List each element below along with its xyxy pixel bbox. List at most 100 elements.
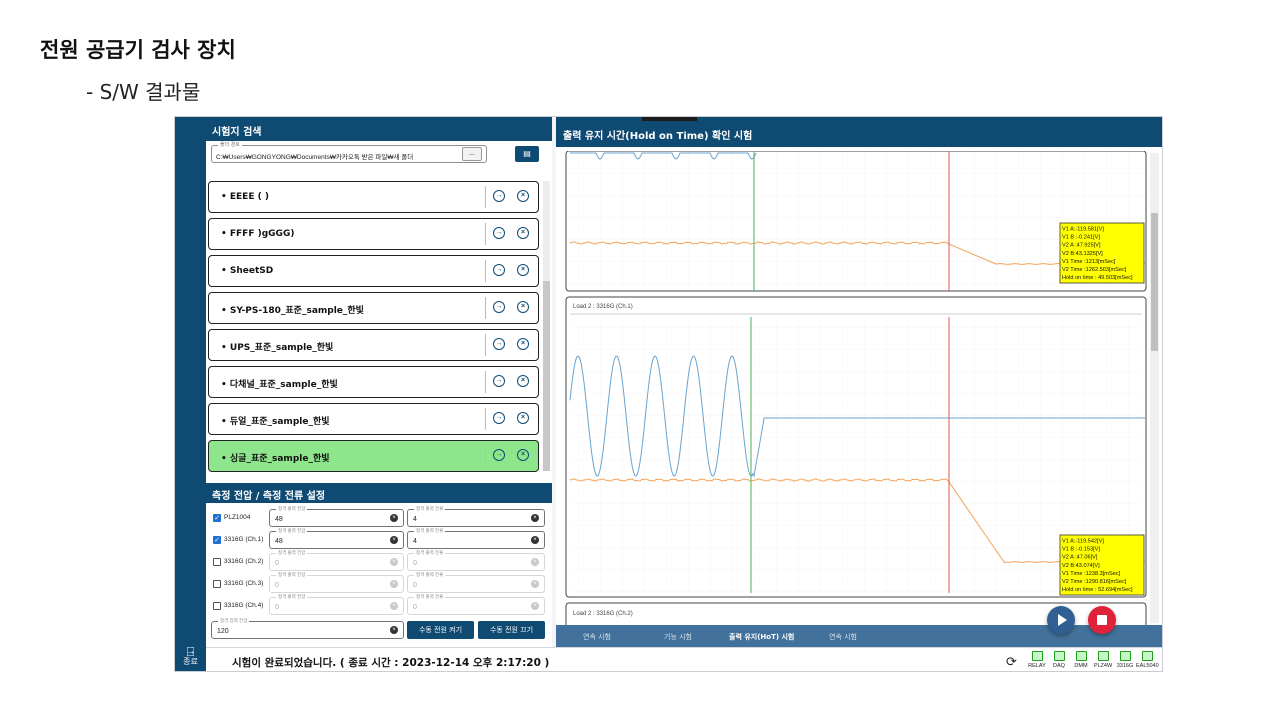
device-label: RELAY [1028,663,1046,669]
voltage-field[interactable]: 정격 출력 전압 48 × [269,528,404,549]
device-label: 3316G (Ch.1) [224,536,264,543]
list-scroll-thumb[interactable] [543,281,550,471]
voltage-field[interactable]: 정격 출력 전압 0 × [269,550,404,571]
delete-icon[interactable]: × [517,301,529,313]
tab-item[interactable]: 연속 시험 [583,632,611,642]
chart-scrollbar[interactable] [1150,153,1159,623]
voltage-field[interactable]: 정격 출력 전압 0 × [269,594,404,615]
plot2-readout: V1 A:-119.542[V] V1 B :-0.153[V] V2 A :47.… [1059,534,1145,596]
voltage-field[interactable]: 정격 출력 전압 48 × [269,506,404,527]
measure-row: 3316G (Ch.4) 정격 출력 전압 0 × 정격 출력 전류 0 × [206,594,552,617]
measure-row: ✓ PLZ1004 정격 출력 전압 48 × 정격 출력 전류 4 × [206,506,552,529]
list-item-divider [485,186,486,208]
readout-line: Hold on time : 52.694[mSec] [1062,587,1133,593]
device-checkbox[interactable] [213,602,221,610]
voltage-field[interactable]: 정격 출력 전압 0 × [269,572,404,593]
list-item[interactable]: • SY-PS-180_표준_sample_한빛 → × [208,292,539,324]
stop-test-button[interactable] [1088,606,1116,634]
chart-scroll-thumb[interactable] [1151,213,1158,351]
delete-icon[interactable]: × [517,338,529,350]
file-open-icon[interactable]: ▤ [515,146,539,162]
clear-icon[interactable]: × [531,602,539,610]
device-checkbox[interactable]: ✓ [213,514,221,522]
list-scrollbar[interactable] [543,181,550,471]
delete-icon[interactable]: × [517,412,529,424]
list-item[interactable]: • FFFF )gGGG) → × [208,218,539,250]
list-item-label: • EEEE ( ) [221,192,269,202]
exit-icon: ⍈ [186,644,195,659]
device-checkbox[interactable] [213,558,221,566]
current-field[interactable]: 정격 출력 전류 0 × [407,572,545,593]
open-arrow-icon[interactable]: → [493,227,505,239]
current-field[interactable]: 정격 출력 전류 4 × [407,506,545,527]
clear-icon[interactable]: × [531,580,539,588]
clear-icon[interactable]: × [390,536,398,544]
list-item[interactable]: • EEEE ( ) → × [208,181,539,213]
folder-path-field[interactable]: 폴더 경로 C:₩Users₩GONGYONG₩Documents₩카카오톡 받… [211,141,487,163]
list-item-label: • UPS_표준_sample_한빛 [221,343,334,353]
clear-icon[interactable]: × [531,514,539,522]
clear-icon[interactable]: × [531,536,539,544]
browse-button[interactable]: ... [462,147,482,161]
hot-test-header: 출력 유지 시간(Hold on Time) 확인 시험 [556,117,1162,147]
delete-icon[interactable]: × [517,227,529,239]
device-label: 3316G [1116,663,1134,669]
clear-icon[interactable]: × [390,626,398,634]
clear-icon[interactable]: × [390,558,398,566]
delete-icon[interactable]: × [517,449,529,461]
voltage-field-label: 정격 출력 전압 [276,528,308,534]
open-arrow-icon[interactable]: → [493,190,505,202]
delete-icon[interactable]: × [517,264,529,276]
clear-icon[interactable]: × [390,580,398,588]
tab-item[interactable]: 연속 시험 [829,632,857,642]
power-on-button[interactable]: 수동 전원 켜기 [407,621,474,639]
device-label: 3316G (Ch.3) [224,580,264,587]
open-arrow-icon[interactable]: → [493,264,505,276]
list-item[interactable]: • 듀얼_표준_sample_한빛 → × [208,403,539,435]
exit-button[interactable]: ⍈ 종료 [179,644,202,667]
voltage-field-label: 정격 출력 전압 [276,506,308,512]
list-item[interactable]: • 다채널_표준_sample_한빛 → × [208,366,539,398]
device-checkbox[interactable] [213,580,221,588]
open-arrow-icon[interactable]: → [493,449,505,461]
voltage-field-value: 0 [275,560,279,567]
power-off-button[interactable]: 수동 전원 끄기 [478,621,545,639]
device-indicator: PLZ4W [1092,651,1114,669]
device-checkbox[interactable]: ✓ [213,536,221,544]
current-field-value: 4 [413,538,417,545]
left-panel: 시험지 검색 폴더 경로 C:₩Users₩GONGYONG₩Documents… [206,117,552,671]
voltage-field-value: 48 [275,516,283,523]
readout-line: V2 B:43.1325[V] [1062,251,1103,257]
measure-row: 3316G (Ch.2) 정격 출력 전압 0 × 정격 출력 전류 0 × [206,550,552,573]
list-item[interactable]: • 싱글_표준_sample_한빛 → × [208,440,539,472]
clear-icon[interactable]: × [390,514,398,522]
tab-item[interactable]: 기능 시험 [664,632,692,642]
measure-header: 측정 전압 / 측정 전류 설정 [206,483,552,503]
start-test-button[interactable] [1047,606,1075,634]
current-field[interactable]: 정격 출력 전류 0 × [407,594,545,615]
delete-icon[interactable]: × [517,190,529,202]
open-arrow-icon[interactable]: → [493,412,505,424]
clear-icon[interactable]: × [531,558,539,566]
clear-icon[interactable]: × [390,602,398,610]
current-field-value: 0 [413,560,417,567]
input-voltage-field[interactable]: 정격 입력 전압 120 × [211,618,404,639]
tab-item[interactable]: 출력 유지(HoT) 시험 [729,632,794,642]
refresh-icon[interactable]: ⟳ [1006,654,1017,670]
open-arrow-icon[interactable]: → [493,338,505,350]
list-item-divider [485,260,486,282]
list-item-label: • 다채널_표준_sample_한빛 [221,380,338,390]
delete-icon[interactable]: × [517,375,529,387]
current-field[interactable]: 정격 출력 전류 4 × [407,528,545,549]
drag-handle[interactable] [642,117,697,121]
voltage-field-label: 정격 출력 전압 [276,594,308,600]
current-field[interactable]: 정격 출력 전류 0 × [407,550,545,571]
list-item-divider [485,297,486,319]
slide-subtitle: - S/W 결과물 [86,80,201,104]
list-item[interactable]: • UPS_표준_sample_한빛 → × [208,329,539,361]
list-item[interactable]: • SheetSD → × [208,255,539,287]
open-arrow-icon[interactable]: → [493,375,505,387]
open-arrow-icon[interactable]: → [493,301,505,313]
input-voltage-value: 120 [217,628,229,635]
readout-line: V1 B :-0.241[V] [1062,235,1100,241]
